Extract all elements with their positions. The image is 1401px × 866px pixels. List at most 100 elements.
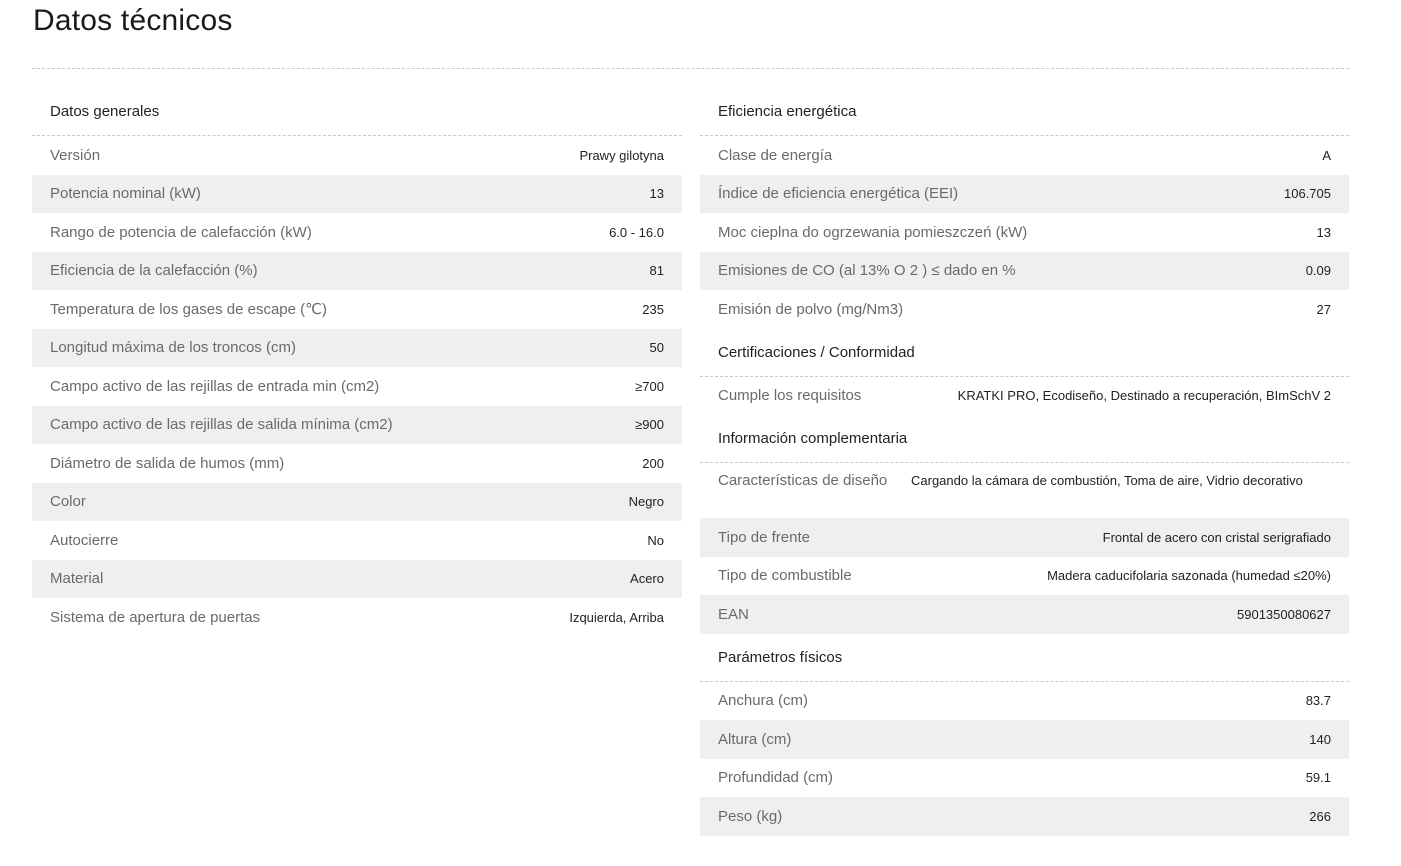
spec-label: Altura (cm) [718, 730, 792, 748]
section-complementary: Información complementaria Característic… [700, 419, 1349, 634]
spec-value: ≥900 [635, 417, 664, 433]
spec-row: Moc cieplna do ogrzewania pomieszczeń (k… [700, 213, 1349, 252]
spec-value: 13 [649, 186, 664, 202]
spec-value: ≥700 [635, 378, 664, 394]
spec-label: Peso (kg) [718, 807, 783, 825]
spec-value: Izquierda, Arriba [569, 609, 664, 625]
section-physical: Parámetros físicos Anchura (cm) 83.7 Altu… [700, 638, 1349, 836]
spec-value: 200 [642, 455, 664, 471]
spec-value: KRATKI PRO, Ecodiseño, Destinado a recup… [957, 388, 1331, 404]
spec-label: Moc cieplna do ogrzewania pomieszczeń (k… [718, 223, 1028, 241]
spec-list: Versión Prawy gilotyna Potencia nominal (… [32, 136, 682, 637]
spec-row: Emisión de polvo (mg/Nm3) 27 [700, 290, 1349, 329]
spec-row: Tipo de frente Frontal de acero con crist… [700, 518, 1349, 557]
spec-row: Rango de potencia de calefacción (kW) 6.0… [32, 213, 682, 252]
left-column: Datos generales Versión Prawy gilotyna Po… [32, 92, 682, 637]
section-title: Datos generales [32, 92, 682, 136]
spec-label: Longitud máxima de los troncos (cm) [50, 339, 296, 357]
spec-value: 83.7 [1305, 693, 1331, 709]
spec-row: Características de diseño Cargando la cám… [700, 463, 1349, 518]
spec-label: Sistema de apertura de puertas [50, 608, 261, 626]
section-general: Datos generales Versión Prawy gilotyna Po… [32, 92, 682, 637]
spec-value: 140 [1309, 731, 1331, 747]
spec-label: Color [50, 493, 86, 511]
spec-value: Acero [630, 571, 664, 587]
technical-data-page: Datos técnicos Datos generales Versión Pr… [0, 0, 1401, 866]
spec-value: No [647, 532, 664, 548]
spec-label: Autocierre [50, 531, 119, 549]
section-energy: Eficiencia energética Clase de energía A … [700, 92, 1349, 329]
spec-label: Emisión de polvo (mg/Nm3) [718, 300, 904, 318]
spec-value: 81 [649, 263, 664, 279]
spec-row: Campo activo de las rejillas de salida m… [32, 405, 682, 444]
spec-list: Clase de energía A Índice de eficiencia e… [700, 136, 1349, 329]
spec-row: Temperatura de los gases de escape (℃) 23… [32, 290, 682, 329]
spec-label: Diámetro de salida de humos (mm) [50, 454, 285, 472]
spec-label: EAN [718, 605, 749, 623]
spec-value: 50 [649, 340, 664, 356]
spec-row: Cumple los requisitos KRATKI PRO, Ecodise… [700, 377, 1349, 416]
spec-value: 0.09 [1305, 263, 1331, 279]
spec-row: Altura (cm) 140 [700, 720, 1349, 759]
spec-row: Autocierre No [32, 521, 682, 560]
spec-row: Material Acero [32, 559, 682, 598]
spec-row: Color Negro [32, 482, 682, 521]
spec-row: Potencia nominal (kW) 13 [32, 174, 682, 213]
page-title: Datos técnicos [33, 4, 233, 37]
spec-value: 5901350080627 [1237, 606, 1331, 622]
section-certifications: Certificaciones / Conformidad Cumple los… [700, 333, 1349, 416]
section-title: Información complementaria [700, 419, 1349, 463]
spec-value: Frontal de acero con cristal serigrafiad… [1102, 529, 1331, 545]
spec-label: Profundidad (cm) [718, 769, 834, 787]
spec-value: 59.1 [1305, 770, 1331, 786]
spec-value: Cargando la cámara de combustión, Toma d… [911, 473, 1303, 488]
spec-value: 266 [1309, 808, 1331, 824]
spec-label: Índice de eficiencia energética (EEI) [718, 185, 959, 203]
spec-label: Emisiones de CO (al 13% O 2 ) ≤ dado en … [718, 262, 1016, 280]
spec-label: Tipo de frente [718, 528, 810, 546]
spec-label: Temperatura de los gases de escape (℃) [50, 301, 327, 319]
spec-row: EAN 5901350080627 [700, 595, 1349, 634]
spec-row: Peso (kg) 266 [700, 797, 1349, 836]
spec-row: Sistema de apertura de puertas Izquierda,… [32, 598, 682, 637]
spec-list: Anchura (cm) 83.7 Altura (cm) 140 Profundi… [700, 682, 1349, 836]
section-title: Parámetros físicos [700, 638, 1349, 682]
spec-value: Negro [628, 494, 664, 510]
spec-label: Material [50, 570, 104, 588]
spec-list: Características de diseño Cargando la cám… [700, 463, 1349, 634]
spec-value: Prawy gilotyna [579, 147, 664, 163]
spec-value: Madera caducifolaria sazonada (humedad ≤… [1047, 568, 1331, 584]
spec-row: Profundidad (cm) 59.1 [700, 759, 1349, 798]
spec-row: Campo activo de las rejillas de entrada … [32, 367, 682, 406]
section-title: Certificaciones / Conformidad [700, 333, 1349, 377]
spec-label: Anchura (cm) [718, 692, 809, 710]
spec-label: Rango de potencia de calefacción (kW) [50, 223, 312, 241]
spec-row: Anchura (cm) 83.7 [700, 682, 1349, 721]
spec-row: Eficiencia de la calefacción (%) 81 [32, 251, 682, 290]
section-title: Eficiencia energética [700, 92, 1349, 136]
spec-list: Cumple los requisitos KRATKI PRO, Ecodise… [700, 377, 1349, 416]
spec-value: 6.0 - 16.0 [609, 224, 664, 240]
spec-value: 13 [1316, 224, 1331, 240]
spec-value: 106.705 [1284, 186, 1331, 202]
spec-label: Campo activo de las rejillas de entrada … [50, 377, 380, 395]
spec-label: Tipo de combustible [718, 567, 852, 585]
spec-label: Eficiencia de la calefacción (%) [50, 262, 258, 280]
spec-label: Potencia nominal (kW) [50, 185, 201, 203]
spec-row: Tipo de combustible Madera caducifolaria … [700, 557, 1349, 596]
spec-value: 235 [642, 301, 664, 317]
title-divider [32, 68, 1349, 69]
spec-row: Clase de energía A [700, 136, 1349, 175]
spec-label: Versión [50, 146, 101, 164]
spec-row: Emisiones de CO (al 13% O 2 ) ≤ dado en … [700, 251, 1349, 290]
spec-value: 27 [1316, 301, 1331, 317]
spec-label: Clase de energía [718, 146, 833, 164]
spec-label: Campo activo de las rejillas de salida m… [50, 416, 393, 434]
spec-row: Diámetro de salida de humos (mm) 200 [32, 444, 682, 483]
spec-label: Cumple los requisitos [718, 387, 862, 405]
spec-row: Versión Prawy gilotyna [32, 136, 682, 175]
right-column: Eficiencia energética Clase de energía A … [700, 92, 1349, 836]
spec-value: A [1322, 147, 1331, 163]
spec-row: Índice de eficiencia energética (EEI) 106… [700, 174, 1349, 213]
spec-label: Características de diseño [718, 472, 888, 489]
